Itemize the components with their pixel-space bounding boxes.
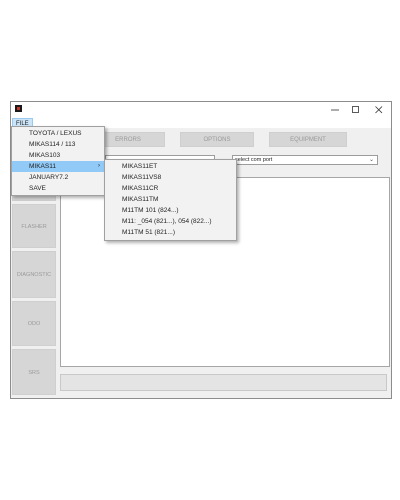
odo-button[interactable]: ODO	[12, 301, 56, 346]
diagnostic-button[interactable]: DIAGNOSTIC	[12, 251, 56, 298]
close-icon	[375, 106, 383, 114]
maximize-button[interactable]	[345, 102, 367, 118]
srs-button[interactable]: SRS	[12, 349, 56, 395]
chevron-right-icon: ›	[98, 163, 100, 169]
title-bar[interactable]	[11, 102, 391, 118]
menu-item-toyota-lexus[interactable]: TOYOTA / LEXUS	[12, 128, 104, 139]
submenu-item-mikas11vs8[interactable]: MIKAS11VS8	[105, 172, 236, 183]
status-bar	[60, 374, 387, 391]
submenu-item-mikas11cr[interactable]: MIKAS11CR	[105, 183, 236, 194]
minimize-button[interactable]	[324, 102, 346, 118]
menu-item-mikas11-label: MIKAS11	[29, 163, 56, 170]
file-menu: TOYOTA / LEXUS MIKAS114 / 113 MIKAS103 M…	[11, 126, 105, 196]
com-port-select-value: select com port	[235, 157, 273, 163]
minimize-icon	[331, 109, 339, 111]
submenu-item-m11tm-51[interactable]: M11TM 51 (821...)	[105, 227, 236, 238]
menu-item-mikas103[interactable]: MIKAS103	[12, 150, 104, 161]
flasher-button[interactable]: FLASHER	[12, 204, 56, 248]
submenu-item-mikas11tm[interactable]: MIKAS11TM	[105, 194, 236, 205]
maximize-icon	[352, 106, 359, 113]
menu-item-mikas11[interactable]: MIKAS11 ›	[12, 161, 104, 172]
chevron-down-icon: ⌄	[368, 157, 374, 163]
com-port-select[interactable]: select com port ⌄	[232, 155, 378, 165]
app-logo-icon	[15, 105, 22, 112]
mikas11-submenu: MIKAS11ET MIKAS11VS8 MIKAS11CR MIKAS11TM…	[104, 159, 237, 241]
options-button[interactable]: OPTIONS	[180, 132, 254, 147]
equipment-button[interactable]: EQUIPMENT	[269, 132, 347, 147]
submenu-item-m11-054[interactable]: M11: _054 (821...), 054 (822...)	[105, 216, 236, 227]
menu-item-january72[interactable]: JANUARY7.2	[12, 172, 104, 183]
close-button[interactable]	[368, 102, 390, 118]
menu-item-mikas114-113[interactable]: MIKAS114 / 113	[12, 139, 104, 150]
submenu-item-mikas11et[interactable]: MIKAS11ET	[105, 161, 236, 172]
menu-item-save[interactable]: SAVE	[12, 183, 104, 194]
submenu-item-m11tm-101[interactable]: M11TM 101 (824...)	[105, 205, 236, 216]
